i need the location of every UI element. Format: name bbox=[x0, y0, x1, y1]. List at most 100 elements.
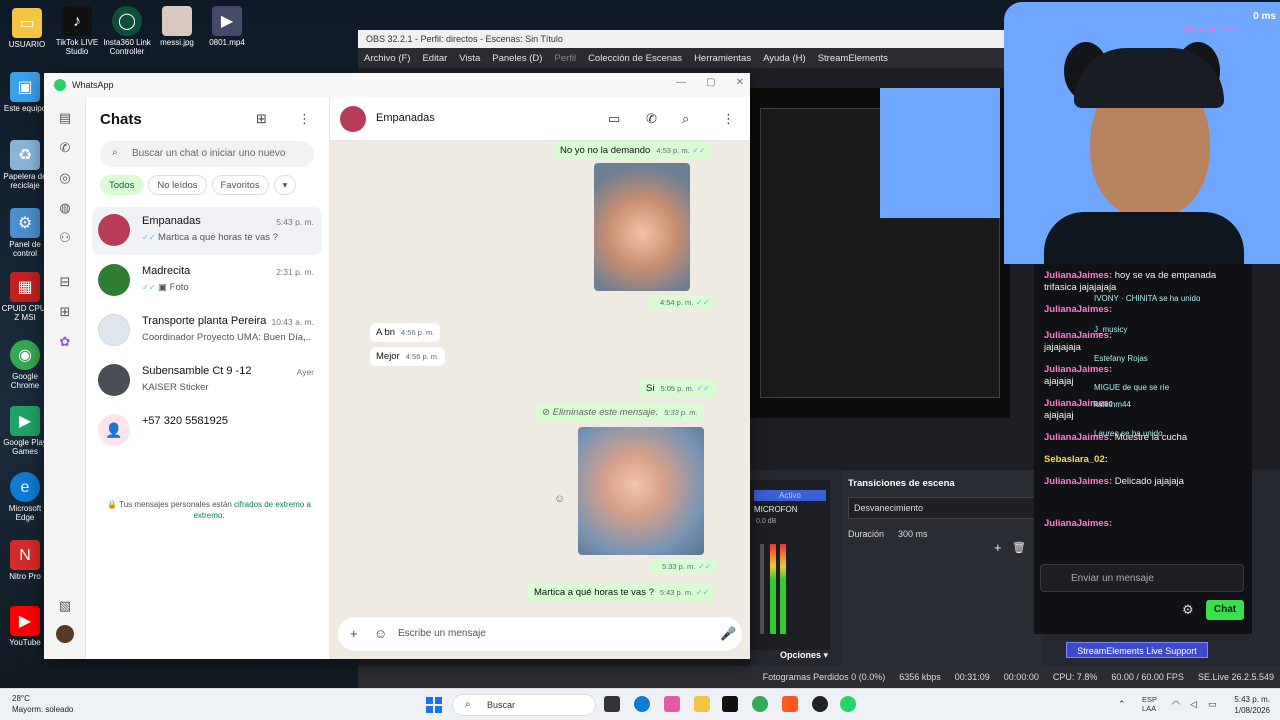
message-composer[interactable]: + ☺ Escribe un mensaje 🎤 bbox=[338, 617, 742, 651]
plus-icon[interactable]: + bbox=[350, 626, 358, 641]
message-photo-baby-1[interactable] bbox=[594, 163, 690, 291]
kebab-menu-icon[interactable]: ⋮ bbox=[722, 111, 735, 127]
obs-menu-archivo[interactable]: Archivo (F) bbox=[364, 53, 410, 64]
meta-ai-icon[interactable]: ✿ bbox=[56, 333, 74, 351]
tiktok-taskbar-icon[interactable] bbox=[722, 696, 738, 712]
calls-nav-icon[interactable]: ✆ bbox=[56, 139, 74, 157]
desktop-icon-video[interactable]: ▶ 0801.mp4 bbox=[202, 6, 252, 47]
youtube-icon: ▶ bbox=[10, 606, 40, 636]
store-nav-icon[interactable]: ⊞ bbox=[56, 303, 74, 321]
duration-label: Duración bbox=[848, 529, 885, 539]
whatsapp-taskbar-icon[interactable] bbox=[840, 696, 856, 712]
double-check-icon: ✓✓ bbox=[698, 562, 712, 571]
stream-chat-send-button[interactable]: Chat bbox=[1206, 600, 1244, 620]
edge-taskbar-icon[interactable] bbox=[634, 696, 650, 712]
obs-menu-paneles[interactable]: Paneles (D) bbox=[492, 53, 542, 64]
desktop-icon-nitro[interactable]: N Nitro Pro bbox=[0, 540, 50, 581]
desktop-icon-insta360[interactable]: ◯ Insta360 Link Controller bbox=[102, 6, 152, 56]
chats-nav-icon[interactable]: ▤ bbox=[56, 109, 74, 127]
close-icon[interactable]: ✕ bbox=[736, 77, 744, 88]
volume-icon[interactable]: ◁ bbox=[1190, 699, 1197, 710]
video-call-icon[interactable]: ▭ bbox=[608, 111, 620, 127]
archive-nav-icon[interactable]: ⊟ bbox=[56, 273, 74, 291]
cpu-icon: ▦ bbox=[10, 272, 40, 302]
profile-avatar[interactable] bbox=[56, 625, 74, 643]
obs-taskbar-icon[interactable] bbox=[812, 696, 828, 712]
chat-row-empanadas[interactable]: Empanadas ✓✓ Martica a qué horas te vas … bbox=[92, 207, 322, 255]
language-indicator[interactable]: ESP LAA bbox=[1142, 695, 1157, 713]
obs-menu-colecciones[interactable]: Colección de Escenas bbox=[588, 53, 682, 64]
message-outgoing: 4:54 p. m. ✓✓ bbox=[648, 295, 716, 310]
start-button[interactable] bbox=[426, 697, 442, 713]
desktop-icon-panel[interactable]: ⚙ Panel de control bbox=[0, 208, 50, 258]
add-transition-icon[interactable]: + bbox=[994, 540, 1002, 555]
chat-search-input[interactable]: ⌕ Buscar un chat o iniciar uno nuevo bbox=[100, 141, 314, 167]
options-button[interactable]: Opciones ▾ bbox=[780, 650, 828, 661]
store-taskbar-icon[interactable] bbox=[664, 696, 680, 712]
chat-row-phone[interactable]: 👤 +57 320 5581925 bbox=[92, 407, 322, 455]
message-incoming: A bn 4:56 p. m. bbox=[370, 323, 441, 342]
filter-favoritos[interactable]: Favoritos bbox=[211, 175, 269, 195]
desktop-icon-papelera[interactable]: ♻ Papelera de reciclaje bbox=[0, 140, 50, 190]
se-support-button[interactable]: StreamElements Live Support bbox=[1066, 642, 1208, 658]
filter-no-leidos[interactable]: No leídos bbox=[148, 175, 207, 195]
communities-nav-icon[interactable]: ⚇ bbox=[56, 229, 74, 247]
obs-menu-herramientas[interactable]: Herramientas bbox=[694, 53, 751, 64]
audio-mixer: Activo MICROFON 0.0 dB bbox=[750, 480, 830, 650]
desktop-icon-edge[interactable]: e Microsoft Edge bbox=[0, 472, 50, 522]
react-emoji-icon[interactable]: ☺ bbox=[554, 493, 565, 505]
brave-taskbar-icon[interactable] bbox=[782, 696, 798, 712]
stream-chat-input[interactable]: Enviar un mensaje bbox=[1040, 564, 1244, 592]
desktop-icon-usuario[interactable]: ▭ USUARIO bbox=[2, 8, 52, 49]
task-view-icon[interactable] bbox=[604, 696, 620, 712]
obs-menu-perfil[interactable]: Perfil bbox=[554, 53, 576, 64]
audio-source-name[interactable]: MICROFON bbox=[750, 501, 830, 518]
desktop-icon-chrome[interactable]: ◉ Google Chrome bbox=[0, 340, 50, 390]
obs-menu-streamelements[interactable]: StreamElements bbox=[818, 53, 888, 64]
message-photo-baby-2[interactable] bbox=[578, 427, 704, 555]
transition-select[interactable]: Desvanecimiento bbox=[848, 497, 1036, 519]
wifi-icon[interactable]: ◠ bbox=[1172, 699, 1180, 710]
minimize-icon[interactable]: — bbox=[676, 77, 686, 88]
desktop-icon-youtube[interactable]: ▶ YouTube bbox=[0, 606, 50, 647]
kebab-menu-icon[interactable]: ⋮ bbox=[298, 111, 311, 127]
channels-nav-icon[interactable]: ◍ bbox=[56, 199, 74, 217]
maximize-icon[interactable]: ▢ bbox=[706, 77, 715, 88]
chat-row-transporte[interactable]: Transporte planta Pereira Coordinador Pr… bbox=[92, 307, 322, 355]
sticker-icon[interactable]: ☺ bbox=[374, 626, 387, 641]
obs-menu-vista[interactable]: Vista bbox=[459, 53, 480, 64]
media-nav-icon[interactable]: ▧ bbox=[56, 597, 74, 615]
desktop-icon-play-games[interactable]: ▶ Google Play Games bbox=[0, 406, 50, 456]
recycle-bin-icon: ♻ bbox=[10, 140, 40, 170]
desktop-icon-tiktok[interactable]: ♪ TikTok LIVE Studio bbox=[52, 6, 102, 56]
weather-widget[interactable]: 28°C Mayorm. soleado bbox=[12, 693, 73, 715]
trash-icon[interactable]: 🗑 bbox=[1012, 541, 1026, 554]
obs-menu-editar[interactable]: Editar bbox=[422, 53, 447, 64]
taskbar-clock[interactable]: 5:43 p. m. 1/08/2026 bbox=[1234, 694, 1270, 716]
conversation-name[interactable]: Empanadas bbox=[376, 112, 435, 124]
chat-row-madrecita[interactable]: Madrecita ✓✓ ▣ Foto 2:31 p. m. bbox=[92, 257, 322, 305]
taskbar-search[interactable]: ⌕ Buscar bbox=[452, 694, 596, 716]
chat-row-subensamble[interactable]: Subensamble Ct 9 -12 KAISER Sticker Ayer bbox=[92, 357, 322, 405]
filter-todos[interactable]: Todos bbox=[100, 175, 144, 195]
live-time: 00:31:09 bbox=[954, 672, 990, 682]
microphone-icon[interactable]: 🎤 bbox=[720, 626, 736, 642]
chrome-taskbar-icon[interactable] bbox=[752, 696, 768, 712]
filter-more-button[interactable]: ▾ bbox=[273, 175, 297, 195]
desktop-icon-este-equipo[interactable]: ▣ Este equipo bbox=[0, 72, 50, 113]
status-nav-icon[interactable]: ◎ bbox=[56, 169, 74, 187]
desktop-icon-cpuz[interactable]: ▦ CPUID CPU-Z MSI bbox=[0, 272, 50, 322]
conversation-avatar[interactable] bbox=[340, 106, 366, 132]
gear-icon[interactable]: ⚙ bbox=[1182, 602, 1194, 618]
tray-chevron-icon[interactable]: ⌃ bbox=[1118, 699, 1126, 710]
explorer-taskbar-icon[interactable] bbox=[694, 696, 710, 712]
phone-icon[interactable]: ✆ bbox=[646, 111, 657, 127]
desktop-icon-messi[interactable]: messi.jpg bbox=[152, 6, 202, 47]
obs-menu-ayuda[interactable]: Ayuda (H) bbox=[763, 53, 806, 64]
obs-preview[interactable] bbox=[750, 88, 1010, 418]
duration-input[interactable]: 300 ms bbox=[898, 529, 928, 539]
new-chat-icon[interactable]: ⊞ bbox=[256, 111, 267, 127]
search-icon[interactable]: ⌕ bbox=[682, 111, 689, 127]
battery-icon[interactable]: ▭ bbox=[1208, 699, 1217, 710]
volume-slider[interactable] bbox=[760, 544, 764, 634]
